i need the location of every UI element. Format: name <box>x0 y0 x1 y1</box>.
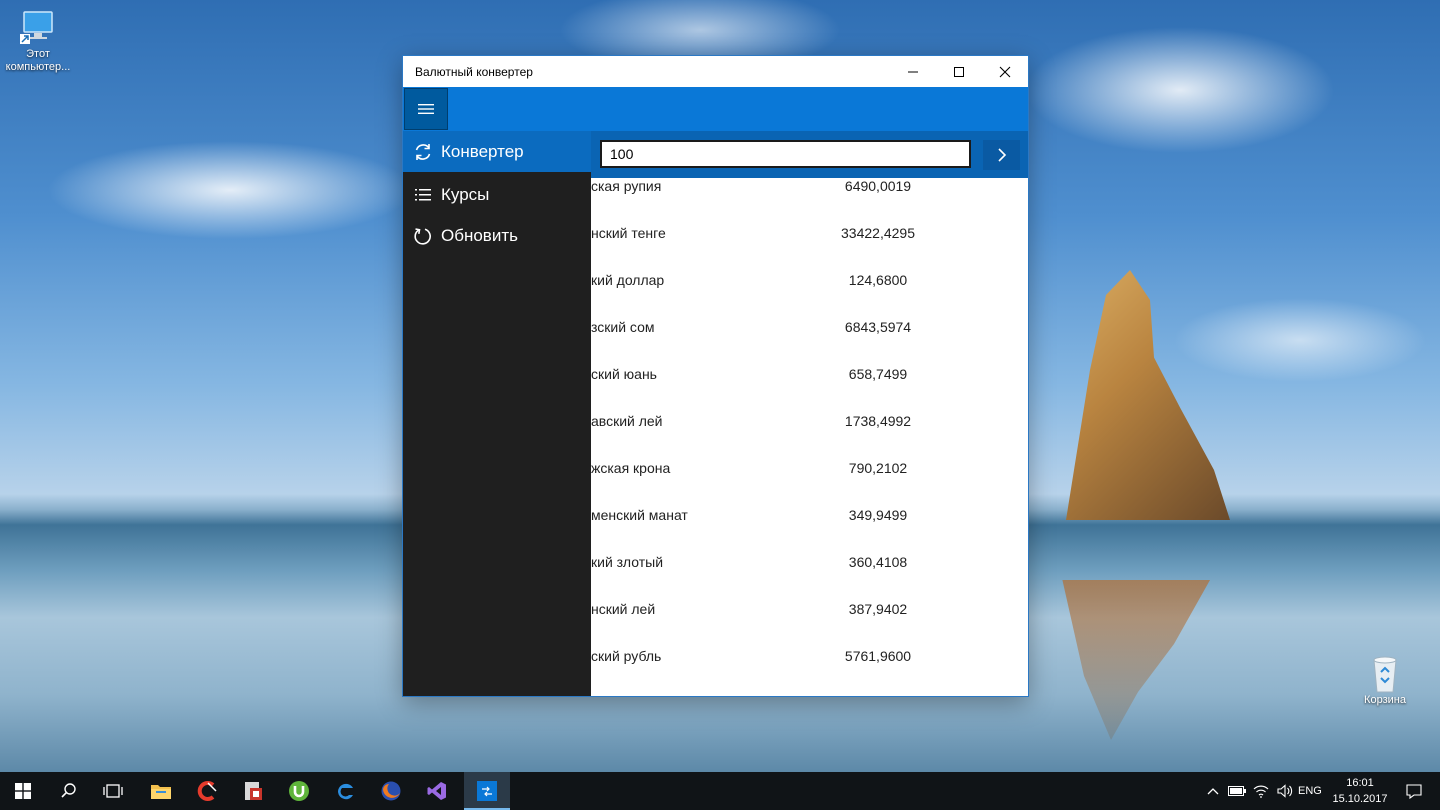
nav-item-label: Конвертер <box>441 141 524 161</box>
battery-icon <box>1228 786 1246 796</box>
title-bar[interactable]: Валютный конвертер <box>403 56 1028 87</box>
search-icon <box>61 783 76 798</box>
currency-name: жская крона <box>591 460 671 476</box>
currency-value: 124,6800 <box>848 272 908 288</box>
desktop-icon-label: Корзина <box>1364 694 1406 706</box>
edge-icon <box>337 783 353 800</box>
taskbar-utorrent[interactable] <box>276 772 322 810</box>
currency-name: авский лей <box>591 413 663 429</box>
currency-value: 790,2102 <box>848 460 908 476</box>
chevron-up-icon <box>1207 788 1219 795</box>
visual-studio-icon <box>427 782 446 800</box>
amount-input[interactable] <box>600 140 971 168</box>
desktop-icon-label: Этот компьютер... <box>5 48 71 73</box>
convert-button[interactable] <box>983 140 1020 170</box>
firefox-icon <box>381 781 401 801</box>
taskbar-visual-studio[interactable] <box>414 772 460 810</box>
maximize-button[interactable] <box>936 56 982 87</box>
utorrent-icon <box>289 781 309 801</box>
taskbar-app-red[interactable] <box>230 772 276 810</box>
chevron-right-icon <box>997 148 1006 162</box>
folder-icon <box>151 785 171 799</box>
windows-logo-icon <box>15 783 31 799</box>
currency-value: 33422,4295 <box>841 225 915 241</box>
navigation-pane: Конвертер Курсы Обновить <box>403 131 591 696</box>
clock-date[interactable]: 15.10.2017 <box>1330 793 1390 805</box>
hamburger-button[interactable] <box>404 88 448 130</box>
action-center-button[interactable] <box>1396 772 1432 810</box>
currency-value: 6490,0019 <box>844 178 912 194</box>
app-icon <box>245 782 262 800</box>
currency-name: ский рубль <box>591 648 662 664</box>
currency-value: 658,7499 <box>848 366 908 382</box>
taskbar-ccleaner[interactable] <box>184 772 230 810</box>
minimize-icon <box>908 71 918 72</box>
desktop-icon-recycle-bin[interactable]: Корзина <box>1347 654 1423 706</box>
recycle-bin-icon <box>1365 654 1405 693</box>
task-view-icon <box>103 784 123 798</box>
nav-item-converter[interactable]: Конвертер <box>403 131 591 172</box>
language-indicator[interactable]: ENG <box>1298 785 1322 797</box>
wallpaper-reflection <box>1062 580 1210 740</box>
nav-item-refresh[interactable]: Обновить <box>403 215 591 256</box>
taskbar-currency-converter[interactable] <box>464 772 510 810</box>
nav-item-label: Курсы <box>441 184 490 204</box>
currency-value: 5761,9600 <box>844 648 912 664</box>
taskbar-firefox[interactable] <box>368 772 414 810</box>
refresh-icon <box>413 226 433 246</box>
nav-item-label: Обновить <box>441 225 518 245</box>
volume-icon <box>1277 784 1293 798</box>
start-button[interactable] <box>0 772 46 810</box>
notification-icon <box>1406 783 1422 799</box>
taskbar: ENG 16:01 15.10.2017 <box>0 772 1440 810</box>
wallpaper-rock <box>1066 270 1230 520</box>
currency-value: 360,4108 <box>848 554 908 570</box>
maximize-icon <box>954 66 964 77</box>
currency-value: 387,9402 <box>848 601 908 617</box>
volume-button[interactable] <box>1272 772 1298 810</box>
currency-name: кий доллар <box>591 272 665 288</box>
converter-app-icon <box>477 781 497 801</box>
hamburger-icon <box>418 104 434 114</box>
task-view-button[interactable] <box>90 772 136 810</box>
currency-name: нский тенге <box>591 225 666 241</box>
currency-value: 1738,4992 <box>844 413 912 429</box>
sync-icon <box>413 142 433 162</box>
currency-name: кий злотый <box>591 554 664 570</box>
clock-time[interactable]: 16:01 <box>1343 777 1377 789</box>
wifi-button[interactable] <box>1248 772 1274 810</box>
search-button[interactable] <box>46 772 92 810</box>
currency-name: нский лей <box>591 601 656 617</box>
currency-name: зский сом <box>591 319 655 335</box>
close-icon <box>999 66 1011 77</box>
desktop-icon-this-pc[interactable]: Этот компьютер... <box>0 8 76 74</box>
currency-name: ский юань <box>591 366 657 382</box>
ccleaner-icon <box>197 781 217 801</box>
taskbar-edge[interactable] <box>322 772 368 810</box>
currency-name: ская рупия <box>591 178 662 194</box>
currency-value: 349,9499 <box>848 507 908 523</box>
battery-button[interactable] <box>1224 772 1250 810</box>
nav-item-rates[interactable]: Курсы <box>403 174 591 215</box>
taskbar-file-explorer[interactable] <box>138 772 184 810</box>
app-header <box>403 87 1028 131</box>
window-title: Валютный конвертер <box>415 65 533 79</box>
wifi-icon <box>1253 785 1269 798</box>
currency-name: менский манат <box>591 507 688 523</box>
list-icon <box>413 185 433 205</box>
computer-icon <box>18 8 58 46</box>
app-window: Валютный конвертер ская рупия 6490,001 <box>403 56 1028 696</box>
close-button[interactable] <box>982 56 1028 87</box>
minimize-button[interactable] <box>890 56 936 87</box>
currency-value: 6843,5974 <box>844 319 912 335</box>
